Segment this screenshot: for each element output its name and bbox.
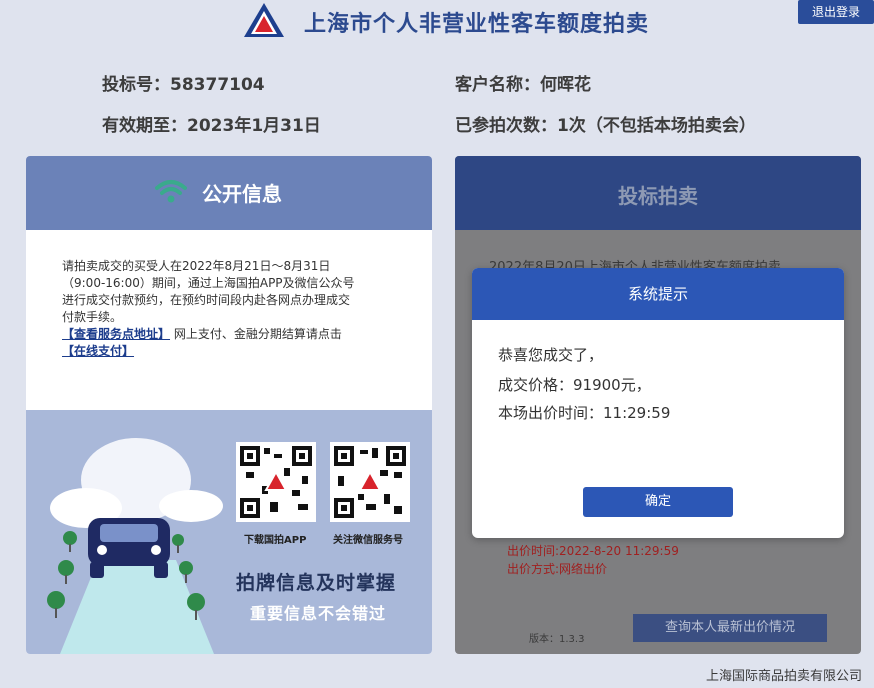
notice-line: 请拍卖成交的买受人在2022年8月21日～8月31日 bbox=[62, 259, 331, 273]
site-title: 上海市个人非营业性客车额度拍卖 bbox=[304, 12, 650, 37]
bidding-title: 投标拍卖 bbox=[618, 184, 698, 208]
bid-method: 出价方式:网络出价 bbox=[507, 562, 608, 576]
bid-time: 出价时间:2022-8-20 11:29:59 bbox=[507, 544, 679, 558]
customer-name: 客户名称：何晖花 bbox=[455, 75, 591, 95]
dialog-congrats: 恭喜您成交了， bbox=[498, 346, 604, 364]
notice-line: 进行成交付款预约，在预约时间段内赴各网点办理成交 bbox=[62, 293, 351, 307]
qr-code-icon bbox=[334, 446, 406, 518]
public-info-title: 公开信息 bbox=[202, 182, 282, 206]
wifi-icon bbox=[155, 180, 187, 203]
qr-wechat-label: 关注微信服务号 bbox=[333, 535, 403, 546]
header: 上海市个人非营业性客车额度拍卖 退出登录 bbox=[0, 0, 874, 44]
footer-company: 上海国际商品拍卖有限公司 bbox=[705, 669, 862, 684]
notice-mid-text: 网上支付、金融分期结算请点击 bbox=[170, 327, 342, 341]
qr-app-label: 下载国拍APP bbox=[244, 535, 307, 546]
service-address-link[interactable]: 【查看服务点地址】 bbox=[62, 327, 170, 341]
payment-notice: 请拍卖成交的买受人在2022年8月21日～8月31日 （9:00-16:00）期… bbox=[62, 258, 382, 360]
bidding-header: 投标拍卖 bbox=[455, 156, 861, 230]
logo-icon bbox=[244, 3, 284, 37]
slogan-main: 拍牌信息及时掌握 bbox=[236, 572, 397, 594]
online-payment-link[interactable]: 【在线支付】 bbox=[62, 344, 134, 358]
logout-button[interactable]: 退出登录 bbox=[798, 0, 874, 24]
notice-line: （9:00-16:00）期间，通过上海国拍APP及微信公众号 bbox=[62, 276, 355, 290]
car-illustration bbox=[47, 438, 223, 654]
public-info-panel: 公开信息 请拍卖成交的买受人在2022年8月21日～8月31日 （9:00-16… bbox=[26, 156, 432, 654]
promo-banner: 下载国拍APP 关注微信服务号 拍牌信息及时掌握 重要信息不会错过 bbox=[26, 410, 432, 654]
public-info-header: 公开信息 bbox=[26, 156, 432, 230]
query-latest-bid-button[interactable]: 查询本人最新出价情况 bbox=[633, 614, 827, 642]
wechat-qr-code bbox=[330, 442, 410, 522]
notice-line: 付款手续。 bbox=[62, 310, 123, 324]
dialog-bid-time: 本场出价时间：11:29:59 bbox=[498, 404, 671, 422]
app-qr-code bbox=[236, 442, 316, 522]
version-label: 版本：1.3.3 bbox=[529, 634, 585, 645]
qr-code-icon bbox=[240, 446, 312, 518]
system-prompt-dialog: 系统提示 恭喜您成交了， 成交价格：91900元， 本场出价时间：11:29:5… bbox=[472, 268, 844, 538]
dialog-title: 系统提示 bbox=[472, 268, 844, 320]
confirm-button[interactable]: 确定 bbox=[583, 487, 733, 517]
dialog-deal-price: 成交价格：91900元， bbox=[498, 376, 651, 394]
slogan-sub: 重要信息不会错过 bbox=[250, 604, 387, 623]
bid-number: 投标号：58377104 bbox=[102, 75, 265, 95]
participation-count: 已参拍次数：1次（不包括本场拍卖会） bbox=[455, 116, 756, 136]
valid-until: 有效期至：2023年1月31日 bbox=[102, 116, 321, 136]
